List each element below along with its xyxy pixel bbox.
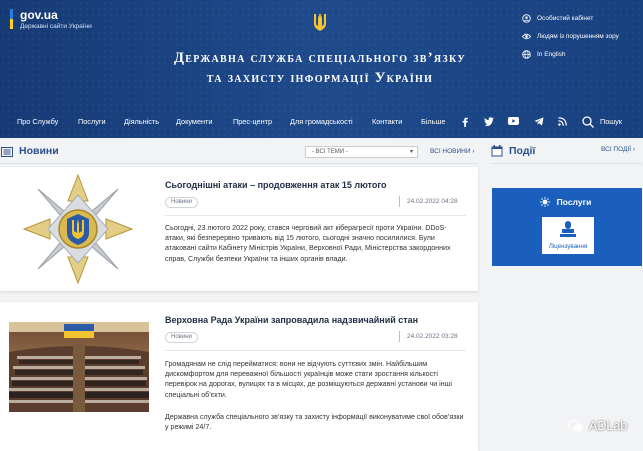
topic-filter-value: - ВСІ ТЕМИ - xyxy=(312,149,348,155)
globe-icon xyxy=(522,49,531,59)
watermark: ADLab xyxy=(568,419,627,433)
trident-icon xyxy=(314,13,326,31)
news-title[interactable]: Сьогоднішні атаки – продовження атак 15 … xyxy=(165,180,386,190)
nav-item-about[interactable]: Про Службу xyxy=(17,113,58,131)
nav-item-documents[interactable]: Документи xyxy=(176,113,212,131)
news-heading: Новини xyxy=(19,145,59,157)
page-title: Державна служба спеціального зв’язку та … xyxy=(140,48,500,88)
youtube-icon[interactable] xyxy=(508,117,519,125)
wechat-icon xyxy=(568,419,583,432)
govua-subtitle: Державні сайти України xyxy=(20,23,92,30)
parliament-photo[interactable] xyxy=(9,322,149,412)
twitter-icon[interactable] xyxy=(484,117,494,126)
news-tag-badge[interactable]: Новини xyxy=(165,332,198,343)
telegram-icon[interactable] xyxy=(534,117,544,126)
nav-item-contacts[interactable]: Контакти xyxy=(372,113,402,131)
english-link[interactable]: In English xyxy=(522,45,619,63)
licensing-tile[interactable]: Ліцензування xyxy=(542,217,594,254)
cabinet-label: Особистий кабінет xyxy=(537,14,594,22)
all-news-link[interactable]: ВСІ НОВИНИ › xyxy=(430,148,475,155)
main-nav: Про Службу Послуги Діяльність Документи … xyxy=(0,113,643,131)
nav-item-activity[interactable]: Діяльність xyxy=(124,113,159,131)
govua-name: gov.ua xyxy=(20,8,58,22)
all-events-link[interactable]: ВСІ ПОДІЇ › xyxy=(601,146,635,153)
news-tag-badge[interactable]: Новини xyxy=(165,197,198,208)
cabinet-link[interactable]: Особистий кабінет xyxy=(522,9,619,27)
news-paragraph: Сьогодні, 23 лютого 2022 року, стався че… xyxy=(165,224,451,263)
top-links: Особистий кабінет Людям із порушенням зо… xyxy=(522,9,619,63)
watermark-label: ADLab xyxy=(589,419,628,433)
site-header: gov.ua Державні сайти України Державна с… xyxy=(0,0,643,138)
nav-item-services[interactable]: Послуги xyxy=(78,113,106,131)
newspaper-icon xyxy=(1,147,13,157)
news-title[interactable]: Верховна Рада України запровадила надзви… xyxy=(165,315,418,325)
eye-icon xyxy=(522,33,531,39)
news-paragraph: Державна служба спеціального зв’язку та … xyxy=(165,413,464,432)
licensing-label: Ліцензування xyxy=(548,243,588,250)
services-panel: Послуги Ліцензування xyxy=(492,188,642,266)
card-divider xyxy=(165,215,466,216)
topic-filter-select[interactable]: - ВСІ ТЕМИ - ▾ xyxy=(305,146,418,158)
divider xyxy=(0,163,478,164)
services-heading: Послуги xyxy=(556,197,592,207)
english-label: In English xyxy=(537,50,566,58)
divider xyxy=(491,163,642,164)
accessibility-label: Людям із порушенням зору xyxy=(537,32,619,40)
news-paragraph: Громадянам не слід перейматися: вони не … xyxy=(165,360,452,399)
news-card[interactable]: Верховна Рада України запровадила надзви… xyxy=(0,302,478,451)
nav-item-more[interactable]: Більше xyxy=(421,113,445,131)
title-line-2: та захисту інформації України xyxy=(206,70,434,86)
news-card[interactable]: Сьогоднішні атаки – продовження атак 15 … xyxy=(0,167,478,291)
title-line-1: Державна служба спеціального зв’язку xyxy=(174,50,466,66)
search-label[interactable]: Пошук xyxy=(600,113,622,131)
user-circle-icon xyxy=(522,13,531,23)
card-divider xyxy=(165,350,466,351)
facebook-icon[interactable] xyxy=(462,117,468,127)
rss-icon[interactable] xyxy=(558,117,567,126)
news-date: 24.02.2022 03:28 xyxy=(399,331,466,342)
news-date: 24.02.2022 04:28 xyxy=(399,196,466,207)
events-heading: Події xyxy=(509,145,536,157)
search-icon[interactable] xyxy=(582,116,594,128)
flag-bar xyxy=(10,9,13,29)
emblem-image[interactable] xyxy=(22,173,134,285)
stamp-icon xyxy=(560,221,576,237)
nav-item-press[interactable]: Прес-центр xyxy=(233,113,272,131)
news-header: Новини - ВСІ ТЕМИ - ▾ ВСІ НОВИНИ › xyxy=(0,143,478,161)
calendar-icon xyxy=(491,145,503,157)
dropdown-arrow-icon: ▾ xyxy=(409,149,413,155)
nav-item-public[interactable]: Для громадськості xyxy=(290,113,353,131)
accessibility-link[interactable]: Людям із порушенням зору xyxy=(522,27,619,45)
